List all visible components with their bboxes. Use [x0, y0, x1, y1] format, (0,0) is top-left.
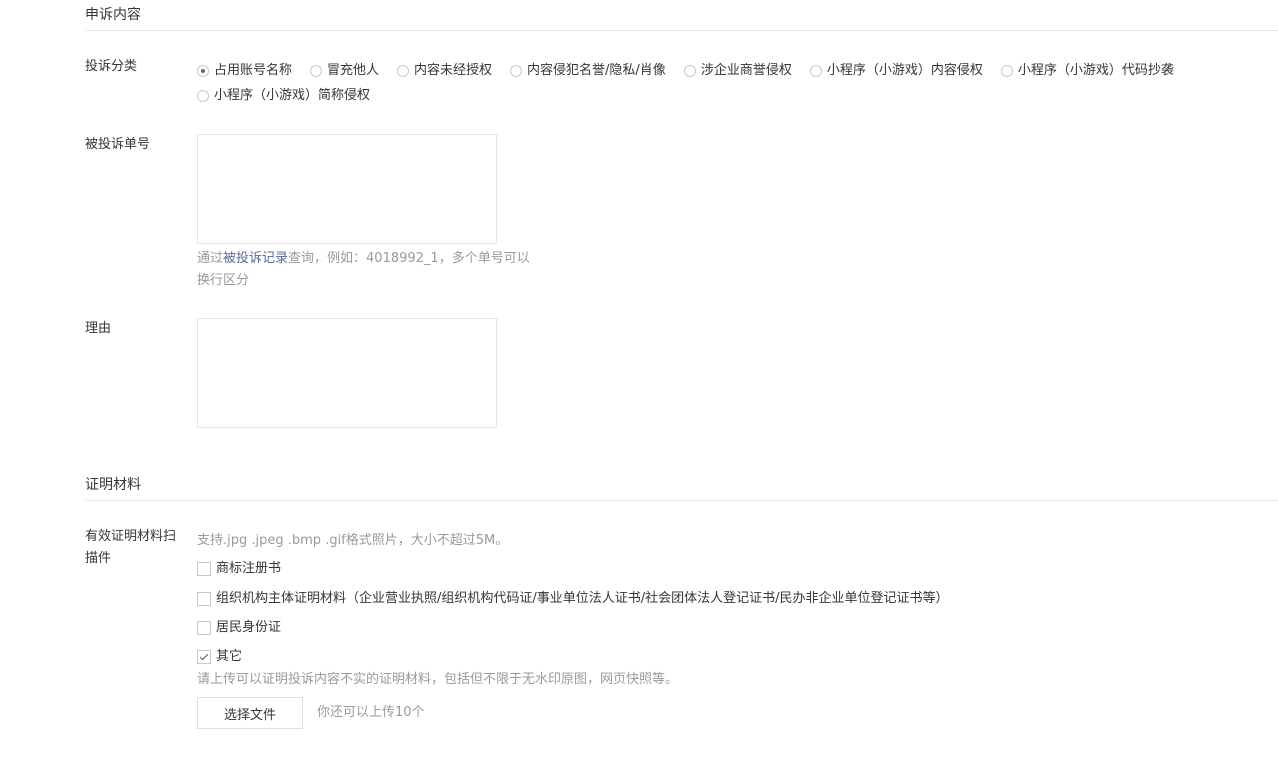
- category-radio-group: 占用账号名称 冒充他人 内容未经授权 内容侵犯名誉/隐私/肖像 涉企业商誉侵权 小程序（小…: [197, 60, 1272, 110]
- radio-unchecked-icon: [197, 90, 209, 102]
- checkbox-unchecked-icon: [197, 592, 211, 606]
- category-option-miniprogram-code[interactable]: 小程序（小游戏）代码抄袭: [1000, 60, 1174, 82]
- radio-unchecked-icon: [397, 65, 410, 77]
- evidence-option-id-card[interactable]: 居民身份证: [197, 617, 281, 639]
- appeal-section-title: 申诉内容: [85, 7, 141, 23]
- category-option-miniprogram-shortname[interactable]: 小程序（小游戏）简称侵权: [197, 85, 370, 107]
- radio-unchecked-icon: [683, 65, 696, 77]
- evidence-format-hint: 支持.jpg .jpeg .bmp .gif格式照片，大小不超过5M。: [197, 533, 509, 548]
- complaint-number-textarea[interactable]: [197, 134, 497, 244]
- evidence-other-hint: 请上传可以证明投诉内容不实的证明材料，包括但不限于无水印原图，网页快照等。: [197, 672, 679, 687]
- appeal-section-divider: [85, 30, 1278, 31]
- reason-textarea[interactable]: [197, 318, 497, 428]
- category-option-reputation-privacy[interactable]: 内容侵犯名誉/隐私/肖像: [510, 60, 666, 82]
- evidence-option-other[interactable]: 其它: [197, 646, 242, 668]
- evidence-label: 有效证明材料扫 描件: [85, 529, 177, 566]
- category-option-unauthorized-content[interactable]: 内容未经授权: [397, 60, 492, 82]
- complaint-record-link[interactable]: 被投诉记录: [223, 251, 288, 266]
- evidence-section-title: 证明材料: [85, 477, 141, 493]
- radio-unchecked-icon: [310, 65, 323, 77]
- radio-unchecked-icon: [510, 65, 523, 77]
- radio-checked-icon: [197, 65, 209, 77]
- checkbox-checked-icon: [197, 650, 211, 664]
- evidence-section-divider: [85, 500, 1278, 501]
- category-label: 投诉分类: [85, 59, 138, 74]
- category-option-impersonation[interactable]: 冒充他人: [310, 60, 379, 82]
- checkbox-unchecked-icon: [197, 621, 211, 635]
- radio-unchecked-icon: [1000, 65, 1013, 77]
- complaint-number-label: 被投诉单号: [85, 137, 151, 152]
- upload-remaining-text: 你还可以上传10个: [317, 705, 425, 720]
- category-option-miniprogram-content[interactable]: 小程序（小游戏）内容侵权: [809, 60, 983, 82]
- evidence-option-trademark[interactable]: 商标注册书: [197, 558, 281, 580]
- evidence-option-organization[interactable]: 组织机构主体证明材料（企业营业执照/组织机构代码证/事业单位法人证书/社会团体法…: [197, 588, 949, 610]
- category-option-occupy-name[interactable]: 占用账号名称: [197, 60, 292, 82]
- radio-unchecked-icon: [809, 65, 822, 77]
- choose-file-button[interactable]: 选择文件: [197, 697, 303, 729]
- category-option-business-reputation[interactable]: 涉企业商誉侵权: [683, 60, 792, 82]
- reason-label: 理由: [85, 321, 112, 336]
- complaint-number-hint: 通过被投诉记录查询，例如：4018992_1，多个单号可以 换行区分: [197, 251, 530, 288]
- checkbox-unchecked-icon: [197, 562, 211, 576]
